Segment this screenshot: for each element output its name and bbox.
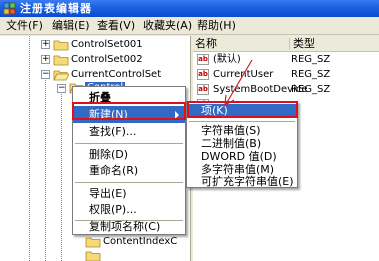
submenu-item-binary-value[interactable]: 二进制值(B) [187, 137, 297, 151]
column-divider[interactable] [289, 38, 290, 50]
menu-bar: 文件(F) 编辑(E) 查看(V) 收藏夹(A) 帮助(H) [0, 17, 379, 35]
registry-editor-window: 注册表编辑器 文件(F) 编辑(E) 查看(V) 收藏夹(A) 帮助(H) + … [0, 0, 379, 261]
menu-separator [189, 121, 295, 122]
menu-item-label: 查找(F)... [89, 125, 137, 138]
collapse-toggle[interactable]: − [41, 70, 50, 79]
folder-icon [53, 55, 69, 66]
menu-item-label: 二进制值(B) [201, 137, 262, 150]
folder-icon [85, 237, 101, 248]
menu-item-copy-key-name[interactable]: 复制项名称(C) [73, 218, 185, 235]
tree-line [45, 74, 46, 261]
menu-separator [75, 182, 183, 183]
menu-item-label: 删除(D) [89, 148, 129, 161]
menu-item-permissions[interactable]: 权限(P)... [73, 201, 185, 218]
folder-open-icon [53, 70, 69, 81]
value-type: REG_SZ [291, 69, 331, 80]
submenu-item-expandable-string-value[interactable]: 可扩充字符串值(E) [187, 175, 297, 189]
expand-toggle[interactable]: + [41, 40, 50, 49]
menu-view[interactable]: 查看(V) [97, 19, 135, 33]
menu-separator [75, 143, 183, 144]
value-type: REG_SZ [291, 54, 331, 65]
menu-item-label: 复制项名称(C) [89, 220, 161, 233]
string-value-icon: ab [197, 84, 209, 95]
tree-line [29, 36, 30, 261]
tree-node-controlset001[interactable]: ControlSet001 [71, 39, 143, 51]
folder-icon [85, 251, 101, 261]
highlight-box-key [187, 101, 298, 118]
menu-item-label: 导出(E) [89, 187, 127, 200]
tree-node-contentindexc[interactable]: ContentIndexC [103, 236, 177, 248]
list-row[interactable]: ab CurrentUser REG_SZ [193, 68, 379, 82]
menu-item-find[interactable]: 查找(F)... [73, 123, 185, 140]
expand-toggle[interactable]: + [41, 55, 50, 64]
tree-node-currentcontrolset[interactable]: CurrentControlSet [71, 69, 161, 81]
menu-item-export[interactable]: 导出(E) [73, 185, 185, 202]
submenu-item-string-value[interactable]: 字符串值(S) [187, 124, 297, 138]
value-name: CurrentUser [213, 69, 274, 80]
menu-item-label: 权限(P)... [89, 203, 137, 216]
menu-item-label: 重命名(R) [89, 164, 139, 177]
menu-item-delete[interactable]: 删除(D) [73, 146, 185, 163]
folder-icon [53, 40, 69, 51]
tree-node-controlset002[interactable]: ControlSet002 [71, 54, 143, 66]
menu-item-rename[interactable]: 重命名(R) [73, 162, 185, 179]
tree-line [61, 88, 62, 261]
menu-edit[interactable]: 编辑(E) [52, 19, 90, 33]
registry-editor-icon [3, 2, 16, 15]
string-value-icon: ab [197, 54, 209, 65]
window-title: 注册表编辑器 [20, 2, 92, 15]
highlight-box-new [72, 102, 186, 120]
menu-file[interactable]: 文件(F) [6, 19, 43, 33]
list-header: 名称 类型 [193, 36, 379, 52]
title-bar: 注册表编辑器 [0, 0, 379, 17]
string-value-icon: ab [197, 69, 209, 80]
menu-help[interactable]: 帮助(H) [197, 19, 236, 33]
column-header-name[interactable]: 名称 [195, 38, 217, 50]
menu-item-label: 字符串值(S) [201, 124, 261, 137]
column-header-type[interactable]: 类型 [293, 38, 315, 50]
menu-item-label: 可扩充字符串值(E) [201, 175, 294, 188]
list-row[interactable]: ab (默认) REG_SZ [193, 53, 379, 67]
list-row[interactable]: ab SystemBootDevice REG_SZ [193, 83, 379, 97]
value-name: (默认) [213, 54, 241, 65]
menu-item-label: DWORD 值(D) [201, 150, 277, 163]
submenu-item-dword-value[interactable]: DWORD 值(D) [187, 150, 297, 164]
menu-favorites[interactable]: 收藏夹(A) [143, 19, 192, 33]
value-type: REG_SZ [291, 84, 331, 95]
collapse-toggle[interactable]: − [57, 84, 66, 93]
